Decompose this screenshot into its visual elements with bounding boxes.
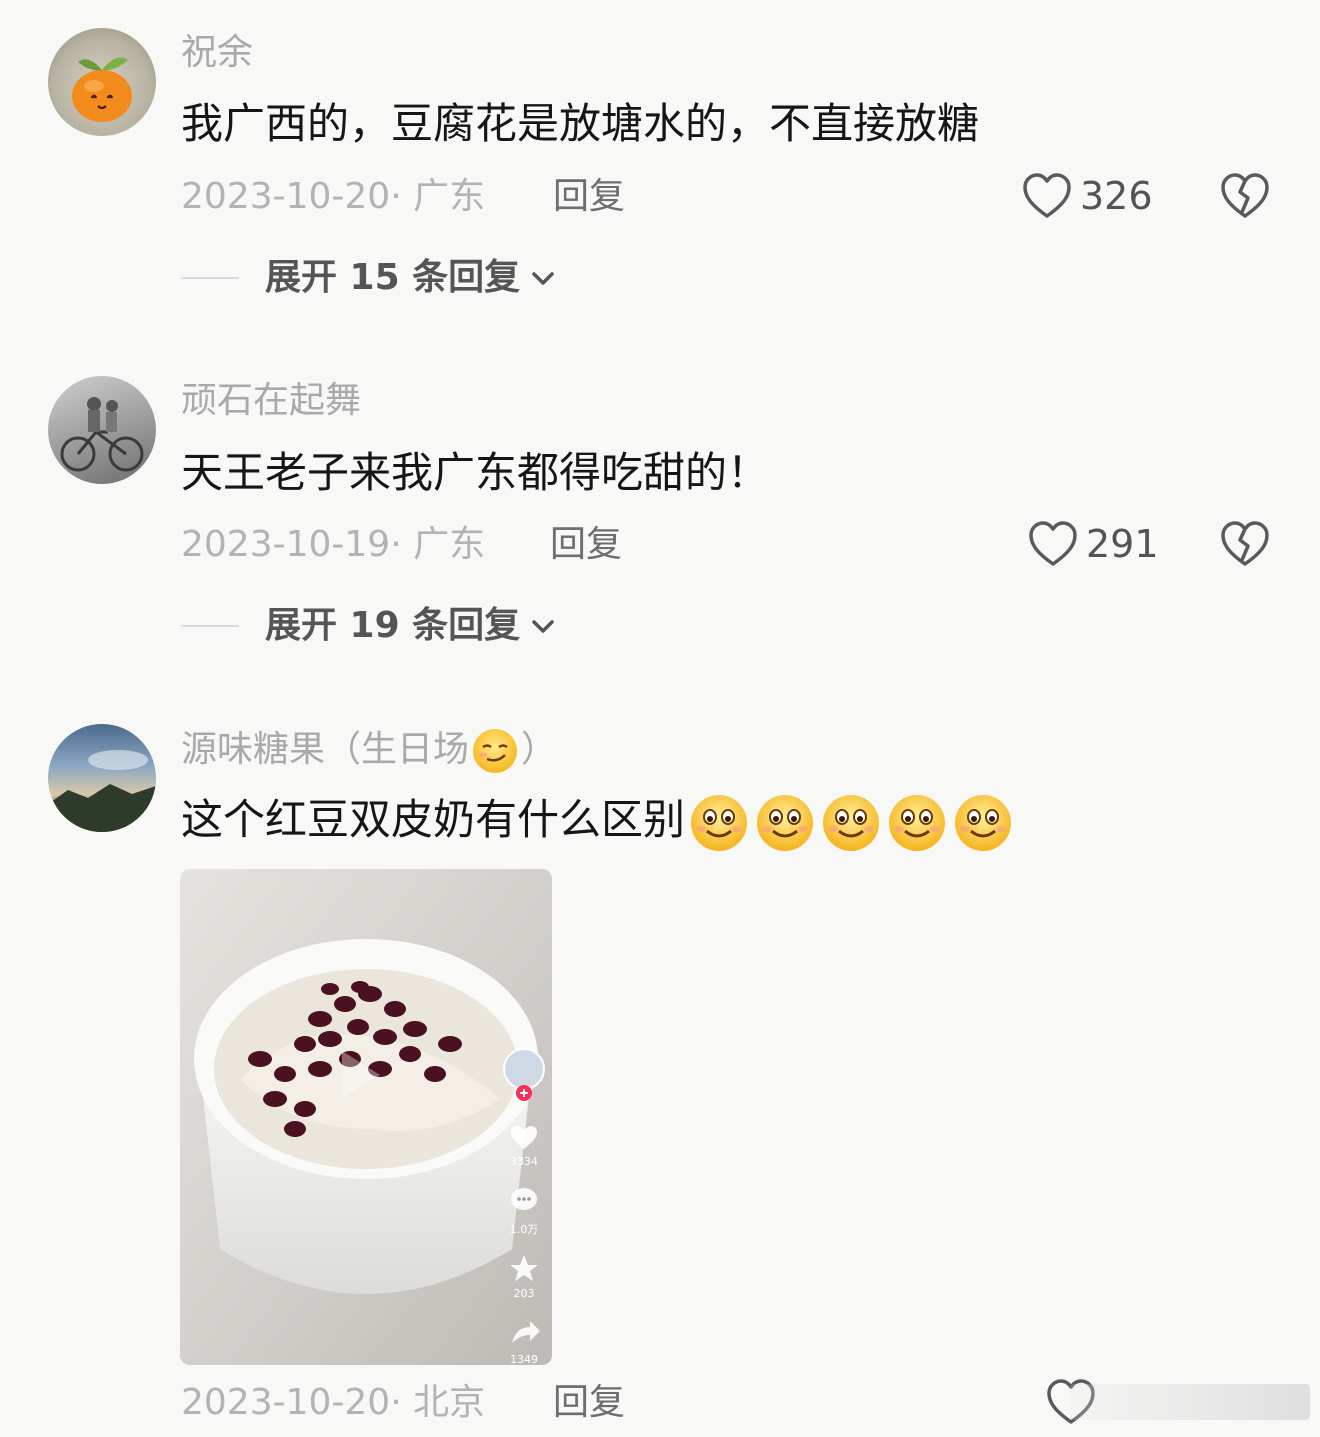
comment-location: · 北京 bbox=[390, 1382, 486, 1423]
smile-emoji bbox=[691, 794, 748, 851]
watermark-overlay bbox=[1070, 1384, 1310, 1420]
smile-emoji bbox=[955, 794, 1012, 851]
username-suffix: ） bbox=[521, 729, 558, 770]
emoji-row bbox=[689, 792, 1013, 853]
username-text: 源味糖果（生日场 bbox=[181, 729, 470, 770]
attached-image[interactable]: 3334 1.0万 203 1349 bbox=[180, 869, 552, 1365]
smirk-emoji bbox=[473, 729, 518, 773]
creator-avatar bbox=[503, 1048, 545, 1090]
comment-text-content: 这个红豆双皮奶有什么区别 bbox=[181, 795, 686, 844]
comment-text: 这个红豆双皮奶有什么区别 bbox=[181, 792, 1013, 853]
comment-item: 源味糖果（生日场 ） 这个红豆双皮奶有什么区别 3334 1.0万 203 13… bbox=[0, 0, 1320, 1437]
smile-emoji bbox=[889, 794, 946, 851]
video-like-count: 3334 bbox=[510, 1155, 538, 1168]
red-bean-dessert-photo bbox=[180, 869, 552, 1365]
comment-meta: 2023-10-20· 北京 bbox=[181, 1381, 485, 1425]
avatar[interactable] bbox=[48, 724, 156, 832]
comment-date: 2023-10-20 bbox=[181, 1382, 391, 1423]
video-favorite-count: 203 bbox=[513, 1287, 535, 1300]
smile-emoji bbox=[823, 794, 880, 851]
landscape-photo-icon bbox=[48, 750, 156, 832]
username[interactable]: 源味糖果（生日场 ） bbox=[181, 727, 557, 775]
video-share-count: 1349 bbox=[510, 1353, 538, 1365]
smile-emoji bbox=[757, 794, 814, 851]
video-comment-count: 1.0万 bbox=[509, 1223, 539, 1236]
reply-button[interactable]: 回复 bbox=[553, 1381, 625, 1425]
